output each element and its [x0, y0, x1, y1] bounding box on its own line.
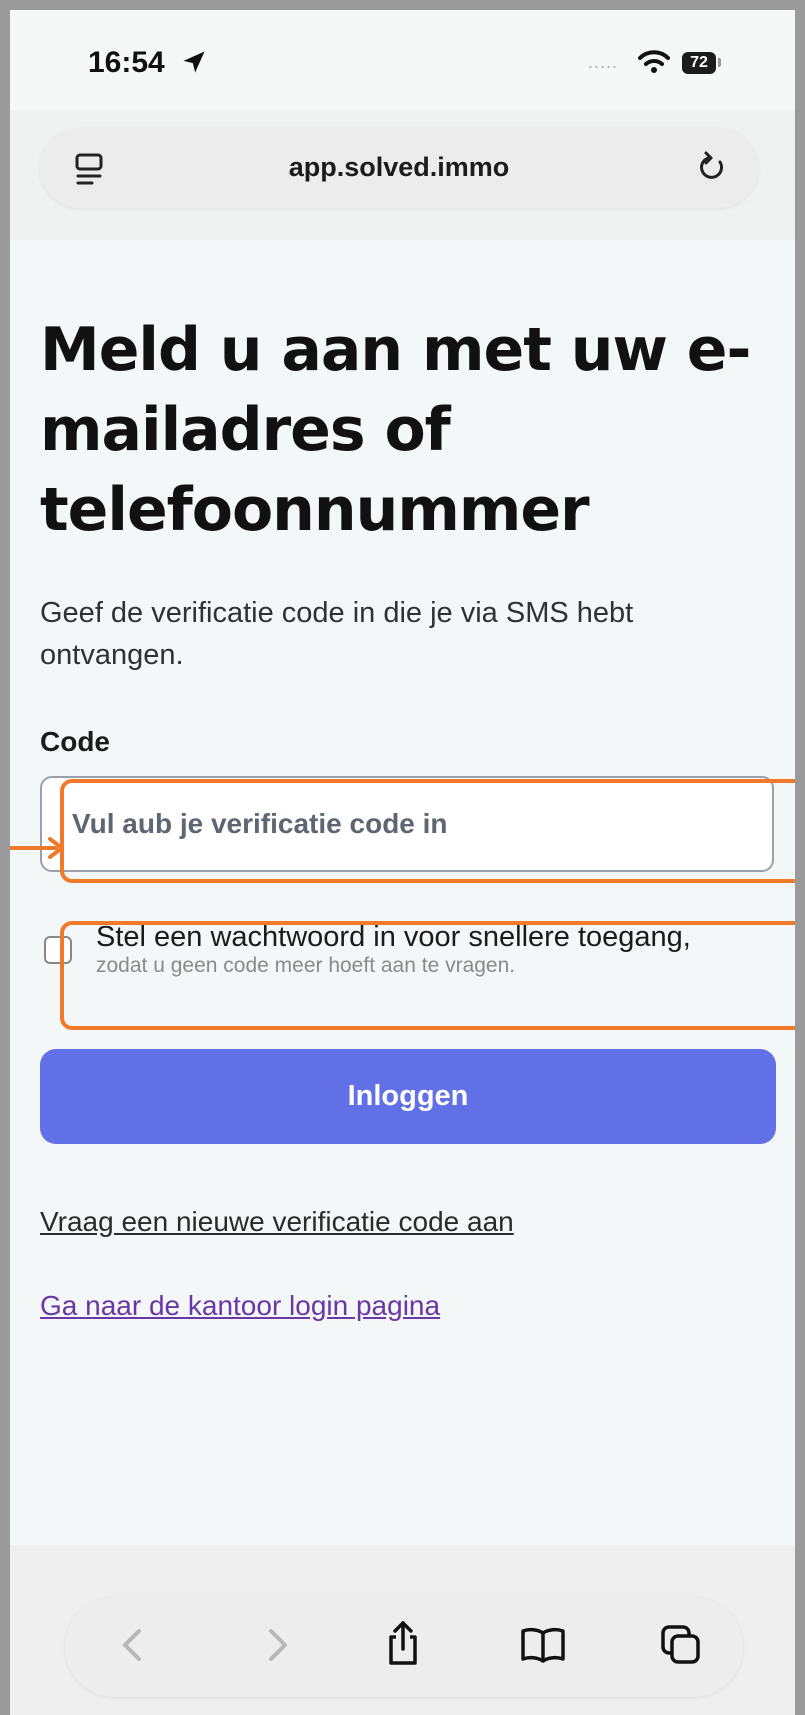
annotation-box-checkbox	[60, 921, 795, 1030]
request-new-code-link[interactable]: Vraag een nieuwe verificatie code aan	[40, 1206, 770, 1238]
page-title: Meld u aan met uw e-mailadres of telefoo…	[40, 315, 751, 545]
battery-tip	[718, 58, 721, 67]
tabs-icon[interactable]	[659, 1623, 703, 1672]
back-icon[interactable]	[117, 1625, 147, 1670]
cellular-signal: .....	[588, 52, 619, 72]
bookmarks-icon[interactable]	[519, 1625, 567, 1670]
page-subtitle: Geef de verificatie code in die je via S…	[40, 597, 634, 671]
login-button[interactable]: Inloggen	[40, 1049, 776, 1144]
share-icon[interactable]	[383, 1619, 423, 1672]
annotation-arrow-icon	[10, 836, 70, 865]
reload-icon[interactable]	[696, 150, 728, 189]
wifi-icon	[638, 50, 670, 79]
office-login-link[interactable]: Ga naar de kantoor login pagina	[40, 1290, 770, 1322]
location-arrow-icon	[180, 48, 208, 81]
status-time: 16:54	[88, 46, 165, 79]
forward-icon[interactable]	[263, 1625, 293, 1670]
browser-address-area: app.solved.immo	[10, 110, 795, 240]
url-text[interactable]: app.solved.immo	[40, 152, 758, 183]
browser-toolbar	[65, 1597, 743, 1697]
annotation-box-code-input	[60, 779, 795, 883]
phone-screen: 16:54 ..... 72 app.solved.immo Meld u aa…	[10, 10, 795, 1715]
status-bar: 16:54 ..... 72	[10, 10, 795, 120]
battery-indicator: 72	[682, 52, 716, 74]
code-label: Code	[40, 726, 110, 757]
browser-toolbar-area	[10, 1545, 795, 1715]
address-bar[interactable]: app.solved.immo	[40, 128, 758, 208]
